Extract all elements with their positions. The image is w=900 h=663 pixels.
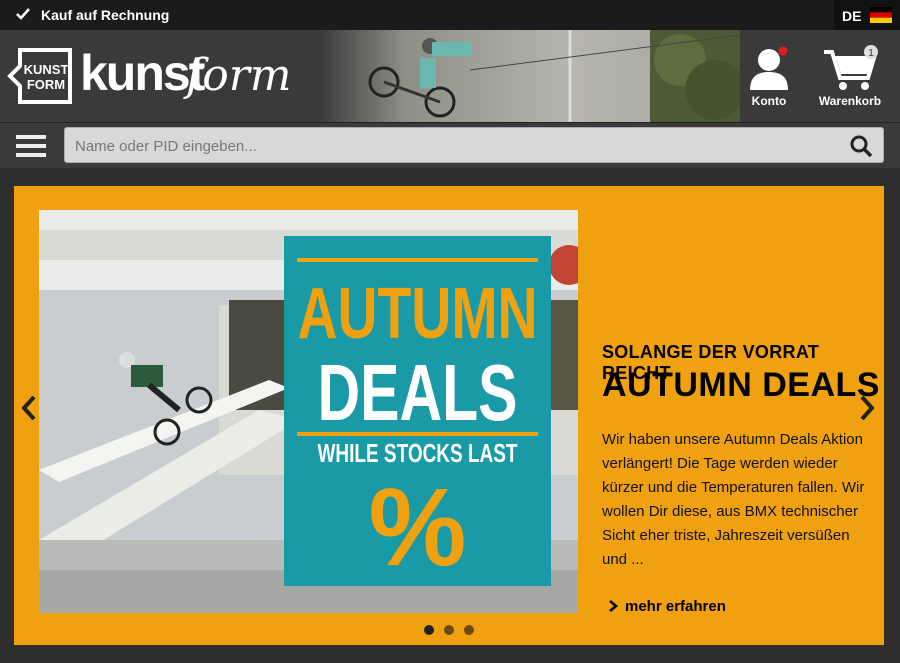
- cart-button[interactable]: 1 Warenkorb: [810, 44, 890, 114]
- image-text-while-stocks-last: WHILE STOCKS LAST: [318, 438, 518, 468]
- search-row: [0, 122, 900, 168]
- chevron-left-icon[interactable]: [20, 394, 38, 422]
- language-selector[interactable]: DE: [834, 0, 900, 30]
- search-icon[interactable]: [849, 134, 873, 158]
- menu-icon[interactable]: [16, 133, 46, 159]
- more-link[interactable]: mehr erfahren: [607, 598, 726, 615]
- banner-headline: AUTUMN DEALS: [602, 366, 880, 404]
- promo-slider: AUTUMN DEALS WHILE STOCKS LAST % SOLANGE…: [14, 186, 884, 645]
- cart-icon: 1: [824, 45, 878, 90]
- account-label: Konto: [751, 94, 787, 108]
- logo-badge-line2: FORM: [27, 77, 65, 92]
- search-box: [64, 127, 884, 163]
- logo-badge[interactable]: KUNST FORM: [6, 46, 78, 106]
- cart-label: Warenkorb: [818, 94, 882, 108]
- logo-wordmark[interactable]: kunst: [80, 44, 205, 102]
- check-icon: [16, 8, 30, 20]
- slider-dot-2[interactable]: [444, 625, 454, 635]
- slider-dot-1[interactable]: [424, 625, 434, 635]
- account-button[interactable]: Konto: [742, 44, 796, 114]
- chevron-right-small-icon: [609, 600, 619, 612]
- logo-badge-line1: KUNST: [24, 62, 69, 77]
- invoice-info: Kauf auf Rechnung: [41, 7, 170, 23]
- image-text-deals: DEALS: [318, 348, 518, 437]
- header-hero-image: [320, 30, 740, 122]
- cart-count-badge: 1: [868, 48, 874, 59]
- banner-image[interactable]: AUTUMN DEALS WHILE STOCKS LAST %: [39, 210, 578, 613]
- banner-description: Wir haben unsere Autumn Deals Aktion ver…: [602, 431, 865, 568]
- image-text-autumn: AUTUMN: [298, 274, 538, 354]
- flag-de-icon: [870, 7, 892, 23]
- user-icon: [750, 46, 788, 90]
- image-text-percent: %: [369, 466, 467, 589]
- slider-dots: [424, 625, 474, 637]
- main-content: AUTUMN DEALS WHILE STOCKS LAST % SOLANGE…: [0, 168, 900, 663]
- site-header: KUNST FORM kunst form Konto 1 Warenkorb: [0, 30, 900, 122]
- logo-script[interactable]: form: [186, 50, 292, 101]
- top-bar: Kauf auf Rechnung DE: [0, 0, 900, 30]
- language-code: DE: [842, 8, 862, 24]
- search-input[interactable]: [75, 134, 835, 158]
- slider-dot-3[interactable]: [464, 625, 474, 635]
- more-link-label: mehr erfahren: [625, 598, 726, 615]
